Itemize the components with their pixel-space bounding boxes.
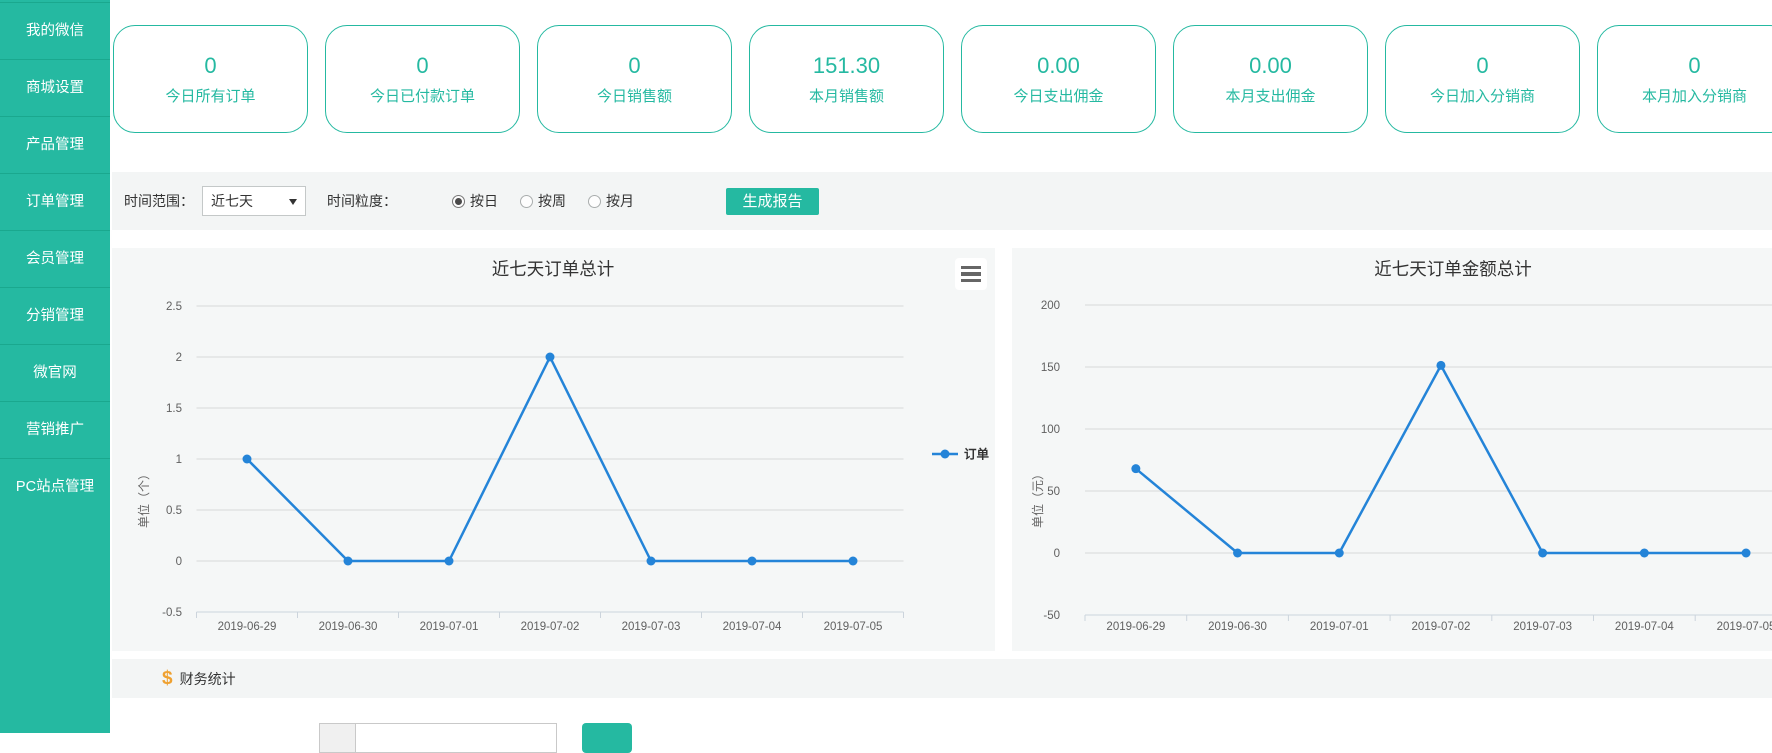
- stat-label: 今日支出佣金: [1013, 89, 1103, 104]
- sidebar-item-micro-site[interactable]: 微官网: [0, 344, 110, 401]
- radio-label: 按周: [538, 191, 566, 211]
- sidebar-item-my-wechat[interactable]: 我的微信: [0, 2, 110, 59]
- svg-text:2: 2: [176, 352, 182, 364]
- sidebar-item-pc-site-mgmt[interactable]: PC站点管理: [0, 458, 110, 515]
- svg-text:2019-07-01: 2019-07-01: [420, 621, 479, 633]
- svg-text:0: 0: [176, 556, 182, 568]
- time-range-selected-value: 近七天: [211, 193, 253, 209]
- svg-text:2019-07-02: 2019-07-02: [1412, 621, 1471, 633]
- stat-cards-row: 0 今日所有订单 0 今日已付款订单 0 今日销售额 151.30 本月销售额 …: [113, 25, 1772, 133]
- svg-text:订单: 订单: [964, 447, 990, 462]
- orders-chart-panel: 近七天订单总计 2.5 2 1.5 1 0.5 0 -0.5 2019-06-29 2019-06…: [112, 248, 995, 651]
- svg-text:0.5: 0.5: [166, 505, 182, 517]
- radio-icon: [588, 195, 601, 208]
- bottom-text-input[interactable]: [355, 723, 557, 753]
- svg-text:2019-07-03: 2019-07-03: [622, 621, 681, 633]
- radio-by-month[interactable]: 按月: [588, 191, 634, 211]
- svg-text:0: 0: [1054, 548, 1060, 560]
- sidebar-item-distribution-mgmt[interactable]: 分销管理: [0, 287, 110, 344]
- svg-text:单位（元）: 单位（元）: [1030, 468, 1045, 528]
- svg-text:近七天订单金额总计: 近七天订单金额总计: [1374, 259, 1532, 279]
- svg-text:2019-06-29: 2019-06-29: [1106, 621, 1165, 633]
- svg-text:2019-07-04: 2019-07-04: [1615, 621, 1674, 633]
- stat-label: 今日所有订单: [165, 89, 255, 104]
- order-amount-line-chart: 近七天订单金额总计 200 150 100 50 0 -50 2019-06-29 2019-0…: [1012, 248, 1772, 651]
- chevron-down-icon: [289, 199, 297, 205]
- radio-icon: [452, 195, 465, 208]
- svg-text:2019-07-02: 2019-07-02: [521, 621, 580, 633]
- sidebar-item-mall-settings[interactable]: 商城设置: [0, 59, 110, 116]
- stat-value: 0.00: [1037, 55, 1080, 77]
- time-range-select[interactable]: 近七天: [202, 186, 306, 216]
- svg-text:2019-06-30: 2019-06-30: [319, 621, 378, 633]
- order-amount-chart-panel: 近七天订单金额总计 200 150 100 50 0 -50 2019-06-29 2019-0…: [1012, 248, 1772, 651]
- svg-text:2019-07-01: 2019-07-01: [1310, 621, 1369, 633]
- stat-value: 0: [1476, 55, 1488, 77]
- granularity-label: 时间粒度：: [327, 191, 397, 211]
- stat-card-month-commission: 0.00 本月支出佣金: [1173, 25, 1368, 133]
- svg-text:近七天订单总计: 近七天订单总计: [492, 259, 615, 279]
- generate-report-button[interactable]: 生成报告: [726, 188, 819, 215]
- sidebar-item-marketing[interactable]: 营销推广: [0, 401, 110, 458]
- finance-section-bar: $ 财务统计: [112, 659, 1772, 698]
- stat-card-month-sales: 151.30 本月销售额: [749, 25, 944, 133]
- stat-value: 0: [628, 55, 640, 77]
- stat-label: 今日加入分销商: [1430, 89, 1535, 104]
- sidebar: 我的微信 商城设置 产品管理 订单管理 会员管理 分销管理 微官网 营销推广 P…: [0, 0, 110, 733]
- svg-text:2.5: 2.5: [166, 301, 182, 313]
- main-content: 0 今日所有订单 0 今日已付款订单 0 今日销售额 151.30 本月销售额 …: [110, 0, 1772, 733]
- radio-label: 按月: [606, 191, 634, 211]
- time-range-label: 时间范围：: [124, 191, 194, 211]
- radio-by-week[interactable]: 按周: [520, 191, 566, 211]
- stat-card-month-new-distributors: 0 本月加入分销商: [1597, 25, 1772, 133]
- svg-text:2019-07-04: 2019-07-04: [723, 621, 782, 633]
- finance-section-title: 财务统计: [180, 669, 236, 689]
- svg-text:2019-07-05: 2019-07-05: [824, 621, 883, 633]
- granularity-radio-group: 按日 按周 按月: [452, 191, 656, 211]
- hamburger-icon: [961, 266, 981, 270]
- stat-card-today-commission: 0.00 今日支出佣金: [961, 25, 1156, 133]
- sidebar-item-member-mgmt[interactable]: 会员管理: [0, 230, 110, 287]
- svg-text:-0.5: -0.5: [162, 607, 182, 619]
- input-addon-box: [319, 723, 355, 753]
- svg-text:-50: -50: [1043, 610, 1060, 622]
- stat-value: 151.30: [813, 55, 880, 77]
- bottom-submit-button[interactable]: [582, 723, 632, 753]
- stat-label: 本月支出佣金: [1225, 89, 1315, 104]
- radio-label: 按日: [470, 191, 498, 211]
- dollar-icon: $: [162, 669, 173, 688]
- sidebar-item-product-mgmt[interactable]: 产品管理: [0, 116, 110, 173]
- stat-value: 0: [416, 55, 428, 77]
- radio-icon: [520, 195, 533, 208]
- svg-text:100: 100: [1041, 424, 1060, 436]
- stat-value: 0.00: [1249, 55, 1292, 77]
- chart-menu-button[interactable]: [955, 258, 987, 290]
- stat-label: 今日销售额: [597, 89, 672, 104]
- svg-text:2019-07-05: 2019-07-05: [1717, 621, 1772, 633]
- sidebar-item-order-mgmt[interactable]: 订单管理: [0, 173, 110, 230]
- svg-text:2019-07-03: 2019-07-03: [1513, 621, 1572, 633]
- svg-text:150: 150: [1041, 362, 1060, 374]
- stat-label: 本月销售额: [809, 89, 884, 104]
- svg-text:2019-06-29: 2019-06-29: [218, 621, 277, 633]
- orders-line-chart: 近七天订单总计 2.5 2 1.5 1 0.5 0 -0.5 2019-06-29 2019-06…: [112, 248, 995, 651]
- stat-card-today-orders: 0 今日所有订单: [113, 25, 308, 133]
- svg-text:单位（个）: 单位（个）: [136, 468, 151, 528]
- radio-by-day[interactable]: 按日: [452, 191, 498, 211]
- bottom-form: [319, 723, 632, 753]
- stat-card-today-sales: 0 今日销售额: [537, 25, 732, 133]
- svg-text:2019-06-30: 2019-06-30: [1208, 621, 1267, 633]
- stat-label: 今日已付款订单: [370, 89, 475, 104]
- stat-card-today-paid-orders: 0 今日已付款订单: [325, 25, 520, 133]
- filter-bar: 时间范围： 近七天 时间粒度： 按日 按周 按月 生成报告: [112, 172, 1772, 230]
- svg-text:1.5: 1.5: [166, 403, 182, 415]
- stat-label: 本月加入分销商: [1642, 89, 1747, 104]
- svg-text:200: 200: [1041, 300, 1060, 312]
- stat-value: 0: [204, 55, 216, 77]
- stat-value: 0: [1688, 55, 1700, 77]
- svg-text:50: 50: [1047, 486, 1060, 498]
- svg-text:1: 1: [176, 454, 182, 466]
- stat-card-today-new-distributors: 0 今日加入分销商: [1385, 25, 1580, 133]
